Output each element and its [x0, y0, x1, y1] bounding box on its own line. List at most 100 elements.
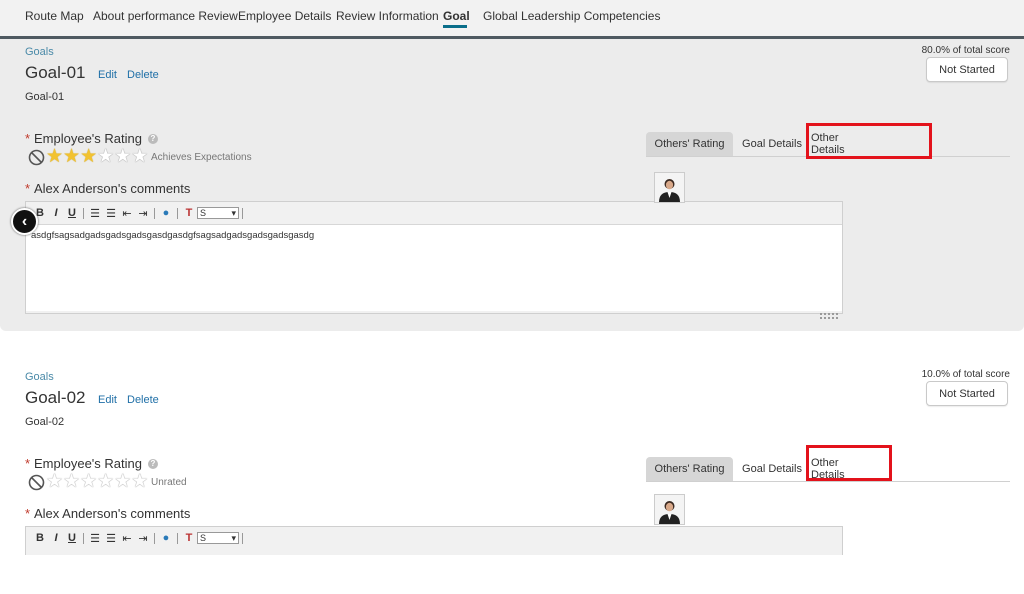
star-icon[interactable]: ★	[46, 472, 63, 491]
star-icon[interactable]: ★	[97, 147, 114, 166]
clear-rating-icon[interactable]	[28, 149, 45, 171]
clear-rating-icon[interactable]	[28, 474, 45, 496]
employee-rating-label: Employee's Rating	[34, 456, 142, 471]
star-icon[interactable]: ★	[80, 147, 97, 166]
score-percentage: 80.0% of total score	[921, 45, 1010, 56]
chevron-left-icon: ‹	[21, 212, 28, 230]
comments-label: Alex Anderson's comments	[34, 181, 191, 196]
tab-goal-details[interactable]: Goal Details	[740, 457, 804, 481]
goal-title: Goal-02	[25, 388, 86, 407]
star-icon[interactable]: ★	[63, 472, 80, 491]
rating-text: Achieves Expectations	[151, 152, 252, 163]
numbered-list-icon[interactable]: ☰	[87, 532, 103, 545]
star-rating[interactable]: ★ ★ ★ ★ ★ ★	[46, 147, 148, 166]
help-icon[interactable]: ?	[148, 459, 158, 469]
star-icon[interactable]: ★	[131, 147, 148, 166]
numbered-list-icon[interactable]: ☰	[87, 207, 103, 220]
goal-card-1: Goals Goal-01 Edit Delete Goal-01 80.0% …	[0, 39, 1024, 331]
highlight-box	[806, 123, 932, 159]
tab-others-rating[interactable]: Others' Rating	[646, 132, 733, 156]
toolbar-separator	[154, 532, 155, 544]
delete-link[interactable]: Delete	[127, 394, 159, 406]
nav-employee-details[interactable]: Employee Details	[238, 9, 331, 23]
text-color-icon[interactable]: T	[181, 207, 197, 219]
required-marker: *	[25, 456, 31, 471]
comments-label: Alex Anderson's comments	[34, 506, 191, 521]
comment-editor: B I U ☰ ☰ ⇤ ⇥ ● T S ▾ asdgfsagsadgadsgads…	[25, 201, 843, 319]
goal-description: Goal-01	[25, 91, 65, 103]
resize-grip-icon[interactable]	[820, 312, 838, 320]
indent-icon[interactable]: ⇥	[135, 532, 151, 545]
indent-icon[interactable]: ⇥	[135, 207, 151, 220]
goals-breadcrumb[interactable]: Goals	[25, 46, 54, 58]
bold-icon[interactable]: B	[32, 532, 48, 544]
star-icon[interactable]: ★	[80, 472, 97, 491]
nav-route-map[interactable]: Route Map	[25, 9, 84, 23]
dropdown-arrow-icon: ▾	[231, 207, 236, 218]
required-marker: *	[25, 506, 31, 521]
employee-rating-label: Employee's Rating	[34, 131, 142, 146]
toolbar-separator	[177, 532, 178, 544]
edit-link[interactable]: Edit	[98, 69, 117, 81]
comment-editor: B I U ☰ ☰ ⇤ ⇥ ● T S ▾	[25, 526, 843, 555]
toolbar-separator	[83, 207, 84, 219]
toolbar-separator	[83, 532, 84, 544]
nav-global-leadership-competencies[interactable]: Global Leadership Competencies	[483, 9, 660, 23]
font-size-select[interactable]: S ▾	[197, 207, 239, 219]
comment-text: asdgfsagsadgadsgadsgadsgasdgasdgfsagsadg…	[31, 230, 315, 241]
avatar[interactable]	[654, 172, 685, 203]
score-percentage: 10.0% of total score	[921, 369, 1010, 380]
collapse-panel-button[interactable]: ‹	[11, 208, 38, 235]
active-tab-indicator	[443, 25, 467, 28]
font-size-select[interactable]: S ▾	[197, 532, 239, 544]
status-button[interactable]: Not Started	[926, 57, 1008, 82]
required-marker: *	[25, 131, 31, 146]
edit-link[interactable]: Edit	[98, 394, 117, 406]
status-button[interactable]: Not Started	[926, 381, 1008, 406]
underline-icon[interactable]: U	[64, 532, 80, 544]
toolbar-separator	[154, 207, 155, 219]
goal-description: Goal-02	[25, 416, 65, 428]
help-icon[interactable]: ?	[148, 134, 158, 144]
link-icon[interactable]: ●	[158, 207, 174, 219]
nav-about-performance-review[interactable]: About performance Review	[93, 9, 238, 23]
link-icon[interactable]: ●	[158, 532, 174, 544]
star-icon[interactable]: ★	[46, 147, 63, 166]
star-icon[interactable]: ★	[114, 472, 131, 491]
tab-goal-details[interactable]: Goal Details	[740, 132, 804, 156]
star-icon[interactable]: ★	[63, 147, 80, 166]
goal-title: Goal-01	[25, 63, 86, 82]
dropdown-arrow-icon: ▾	[231, 532, 236, 543]
italic-icon[interactable]: I	[48, 532, 64, 544]
avatar[interactable]	[654, 494, 685, 525]
underline-icon[interactable]: U	[64, 207, 80, 219]
italic-icon[interactable]: I	[48, 207, 64, 219]
toolbar-separator	[242, 207, 243, 219]
nav-review-information[interactable]: Review Information	[336, 9, 439, 23]
font-size-value: S	[200, 208, 207, 218]
top-navigation: Route Map About performance Review Emplo…	[0, 0, 1024, 39]
goal-card-2: Goals Goal-02 Edit Delete Goal-02 10.0% …	[0, 360, 1024, 560]
bulleted-list-icon[interactable]: ☰	[103, 532, 119, 545]
rating-text: Unrated	[151, 477, 187, 488]
star-icon[interactable]: ★	[131, 472, 148, 491]
tab-divider	[646, 481, 1010, 482]
star-icon[interactable]: ★	[114, 147, 131, 166]
nav-goal[interactable]: Goal	[443, 9, 470, 23]
toolbar-separator	[177, 207, 178, 219]
tab-others-rating[interactable]: Others' Rating	[646, 457, 733, 481]
outdent-icon[interactable]: ⇤	[119, 532, 135, 545]
highlight-box	[806, 445, 892, 481]
star-icon[interactable]: ★	[97, 472, 114, 491]
delete-link[interactable]: Delete	[127, 69, 159, 81]
star-rating[interactable]: ★ ★ ★ ★ ★ ★	[46, 472, 148, 491]
toolbar-separator	[242, 532, 243, 544]
editor-footer	[26, 311, 842, 321]
comment-textarea[interactable]: asdgfsagsadgadsgadsgadsgasdgasdgfsagsadg…	[26, 224, 842, 311]
goals-breadcrumb[interactable]: Goals	[25, 371, 54, 383]
font-size-value: S	[200, 533, 207, 543]
text-color-icon[interactable]: T	[181, 532, 197, 544]
editor-toolbar: B I U ☰ ☰ ⇤ ⇥ ● T S ▾	[26, 527, 842, 549]
bulleted-list-icon[interactable]: ☰	[103, 207, 119, 220]
outdent-icon[interactable]: ⇤	[119, 207, 135, 220]
